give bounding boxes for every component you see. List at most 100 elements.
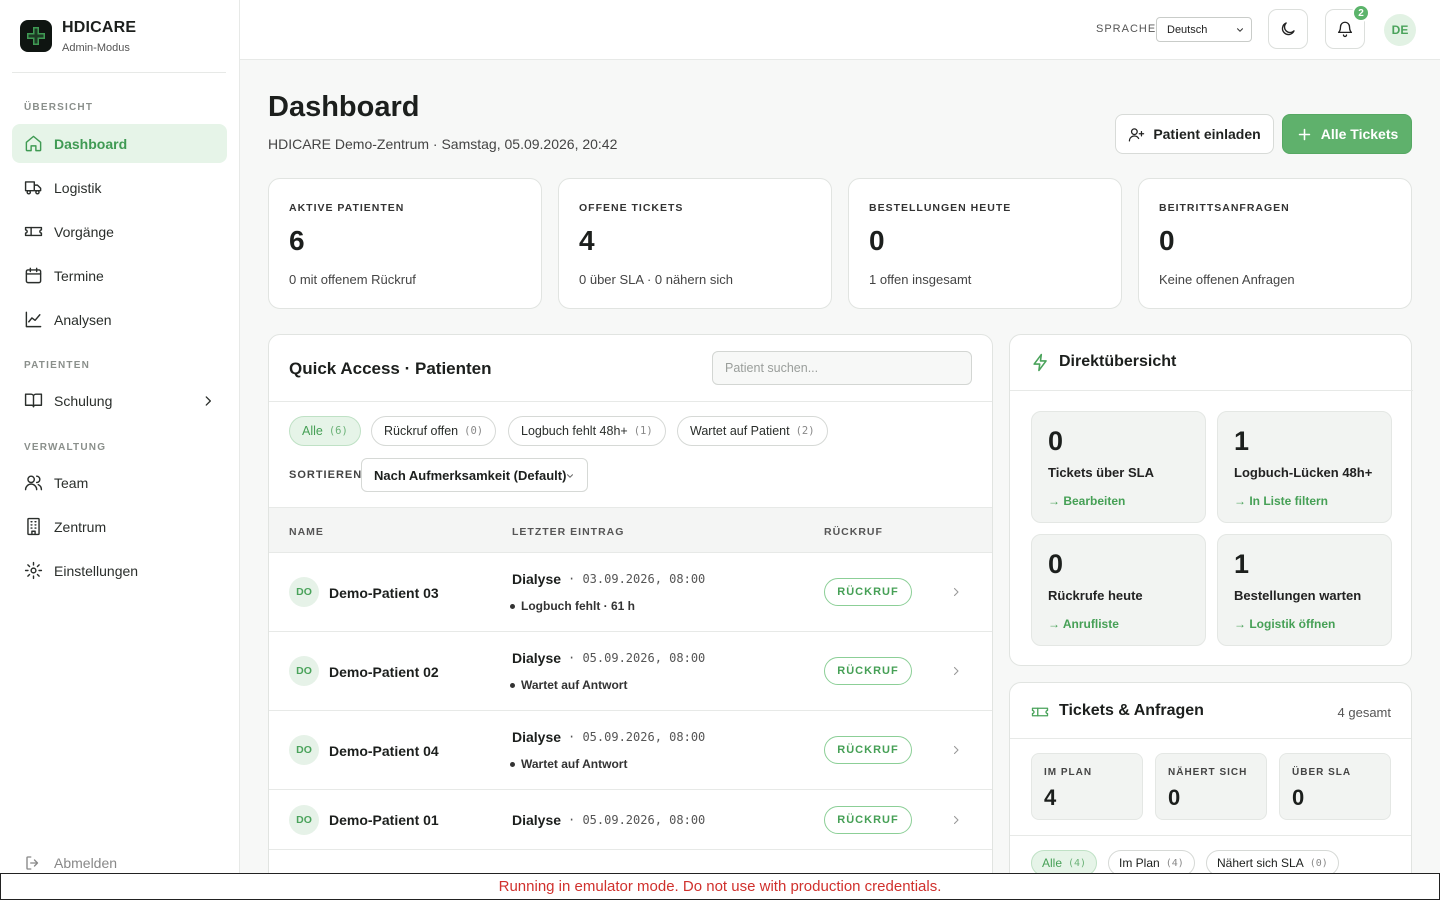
calendar-icon — [25, 267, 42, 284]
chip-label: Wartet auf Patient — [690, 424, 790, 438]
stat-hint: 0 mit offenem Rückruf — [289, 272, 416, 287]
invite-patient-label: Patient einladen — [1153, 126, 1261, 142]
gear-icon — [24, 561, 43, 580]
chip-count: (4) — [1068, 857, 1087, 869]
user-avatar[interactable]: DE — [1384, 14, 1416, 46]
page-title: Dashboard — [268, 91, 420, 123]
ticket-metric-over-sla[interactable]: ÜBER SLA 0 — [1279, 753, 1391, 820]
stat-value: 6 — [289, 225, 305, 256]
chip-count: (1) — [633, 425, 653, 437]
sidebar-item-schulung[interactable]: Schulung — [12, 381, 227, 420]
chip-label: Im Plan — [1119, 856, 1160, 870]
patient-initials-avatar: DO — [289, 656, 319, 686]
overview-tile-orders-waiting[interactable]: 1 Bestellungen warten → Logistik öffnen — [1217, 534, 1392, 646]
sidebar-item-team[interactable]: Team — [12, 463, 227, 502]
sidebar-item-label: Dashboard — [54, 135, 128, 152]
stat-card-open-tickets[interactable]: OFFENE TICKETS 4 0 über SLA · 0 nähern s… — [558, 178, 832, 309]
filter-chip-waiting-patient[interactable]: Wartet auf Patient (2) — [677, 416, 828, 446]
sidebar-item-einstellungen[interactable]: Einstellungen — [12, 551, 227, 590]
book-icon — [24, 393, 43, 408]
ticket-metric-approaching[interactable]: NÄHERT SICH 0 — [1155, 753, 1267, 820]
chip-count: (4) — [1165, 857, 1184, 869]
ticket-metric-in-plan[interactable]: IM PLAN 4 — [1031, 753, 1143, 820]
sort-select[interactable]: Nach Aufmerksamkeit (Default) — [361, 458, 588, 492]
overview-tile-logbook-gaps[interactable]: 1 Logbuch-Lücken 48h+ → In Liste filtern — [1217, 411, 1392, 523]
stat-card-join-requests[interactable]: BEITRITTSANFRAGEN 0 Keine offenen Anfrag… — [1138, 178, 1412, 309]
callback-button[interactable]: RÜCKRUF — [824, 657, 912, 685]
callback-button[interactable]: RÜCKRUF — [824, 736, 912, 764]
column-header-callback[interactable]: RÜCKRUF — [824, 526, 883, 538]
patient-name: Demo-Patient 03 — [329, 585, 439, 601]
tile-action-link[interactable]: → In Liste filtern — [1234, 494, 1328, 508]
chevron-down-icon — [566, 474, 574, 478]
patient-initials-avatar: DO — [289, 805, 319, 835]
stat-value: 4 — [579, 225, 595, 256]
tickets-requests-panel: Tickets & Anfragen 4 gesamt IM PLAN 4 NÄ… — [1009, 682, 1412, 900]
sidebar-item-label: Analysen — [54, 311, 112, 328]
overview-tile-callbacks-today[interactable]: 0 Rückrufe heute → Anrufliste — [1031, 534, 1206, 646]
sidebar-item-dashboard[interactable]: Dashboard — [12, 124, 227, 163]
sidebar-item-label: Team — [54, 474, 89, 491]
patient-initials-avatar: DO — [289, 577, 319, 607]
chevron-right-icon — [953, 666, 959, 676]
language-label: SPRACHE — [1096, 23, 1157, 35]
divider — [1010, 835, 1411, 836]
patient-search-input[interactable]: Patient suchen... — [712, 351, 972, 385]
direct-overview-header: Direktübersicht — [1010, 335, 1413, 391]
divider — [1010, 738, 1411, 739]
theme-toggle-button[interactable] — [1268, 9, 1308, 49]
building-icon — [27, 517, 40, 536]
entry-type: Dialyse — [512, 729, 562, 745]
sidebar-item-analysen[interactable]: Analysen — [12, 300, 227, 339]
stat-hint: Keine offenen Anfragen — [1159, 272, 1295, 287]
all-tickets-button[interactable]: Alle Tickets — [1282, 114, 1412, 154]
language-select[interactable]: Deutsch — [1156, 17, 1252, 42]
tickets-total: 4 gesamt — [1337, 705, 1391, 720]
sidebar-item-logistik[interactable]: Logistik — [12, 168, 227, 207]
table-row[interactable]: DO Demo-Patient 03 Dialyse · 03.09.2026,… — [269, 553, 992, 632]
chevron-right-icon — [953, 587, 959, 597]
stat-card-orders-today[interactable]: BESTELLUNGEN HEUTE 0 1 offen insgesamt — [848, 178, 1122, 309]
logout-button[interactable]: Abmelden — [24, 854, 117, 872]
stat-card-active-patients[interactable]: AKTIVE PATIENTEN 6 0 mit offenem Rückruf — [268, 178, 542, 309]
notification-count-badge: 2 — [1352, 4, 1370, 22]
entry-date: · 05.09.2026, 08:00 — [568, 651, 706, 665]
tile-action-link[interactable]: → Logistik öffnen — [1234, 617, 1335, 631]
table-row[interactable]: DO Demo-Patient 02 Dialyse · 05.09.2026,… — [269, 632, 992, 711]
tile-value: 0 — [1048, 549, 1064, 579]
tile-action-link[interactable]: → Anrufliste — [1048, 617, 1119, 631]
sidebar-item-zentrum[interactable]: Zentrum — [12, 507, 227, 546]
language-value: Deutsch — [1167, 23, 1208, 36]
column-header-name[interactable]: NAME — [289, 526, 324, 538]
sidebar-item-vorgaenge[interactable]: Vorgänge — [12, 212, 227, 251]
callback-button[interactable]: RÜCKRUF — [824, 806, 912, 834]
invite-patient-button[interactable]: Patient einladen — [1115, 114, 1274, 154]
entry-date: · 05.09.2026, 08:00 — [568, 730, 706, 744]
filter-chip-all[interactable]: Alle (6) — [289, 416, 361, 446]
overview-tile-tickets-over-sla[interactable]: 0 Tickets über SLA → Bearbeiten — [1031, 411, 1206, 523]
column-header-last-entry[interactable]: LETZTER EINTRAG — [512, 526, 624, 538]
table-row[interactable]: DO Demo-Patient 01 Dialyse · 05.09.2026,… — [269, 790, 992, 850]
filter-chip-callback-open[interactable]: Rückruf offen (0) — [371, 416, 497, 446]
chart-line-icon — [25, 311, 42, 328]
direct-overview-panel: Direktübersicht 0 Tickets über SLA → Bea… — [1009, 334, 1413, 666]
stat-label: BEITRITTSANFRAGEN — [1159, 202, 1290, 214]
brand[interactable]: HDICARE Admin-Modus — [12, 0, 226, 73]
stat-value: 0 — [1159, 225, 1175, 256]
quick-access-panel: Quick Access · Patienten Patient suchen.… — [268, 334, 993, 894]
callback-button[interactable]: RÜCKRUF — [824, 578, 912, 606]
table-header: NAME LETZTER EINTRAG RÜCKRUF — [269, 507, 992, 553]
table-row[interactable]: DO Demo-Patient 04 Dialyse · 05.09.2026,… — [269, 711, 992, 790]
chevron-right-icon — [205, 395, 211, 406]
notifications-button[interactable]: 2 — [1325, 4, 1370, 49]
chevron-right-icon — [953, 815, 959, 825]
chip-label: Logbuch fehlt 48h+ — [521, 424, 628, 438]
sidebar-item-termine[interactable]: Termine — [12, 256, 227, 295]
tile-action-link[interactable]: → Bearbeiten — [1048, 494, 1125, 508]
sidebar-item-label: Logistik — [54, 179, 102, 196]
tile-label: Bestellungen warten — [1234, 588, 1362, 603]
tile-value: 1 — [1234, 426, 1250, 456]
truck-icon — [24, 181, 42, 195]
sidebar-item-label: Zentrum — [54, 518, 107, 535]
filter-chip-logbook-missing[interactable]: Logbuch fehlt 48h+ (1) — [508, 416, 666, 446]
